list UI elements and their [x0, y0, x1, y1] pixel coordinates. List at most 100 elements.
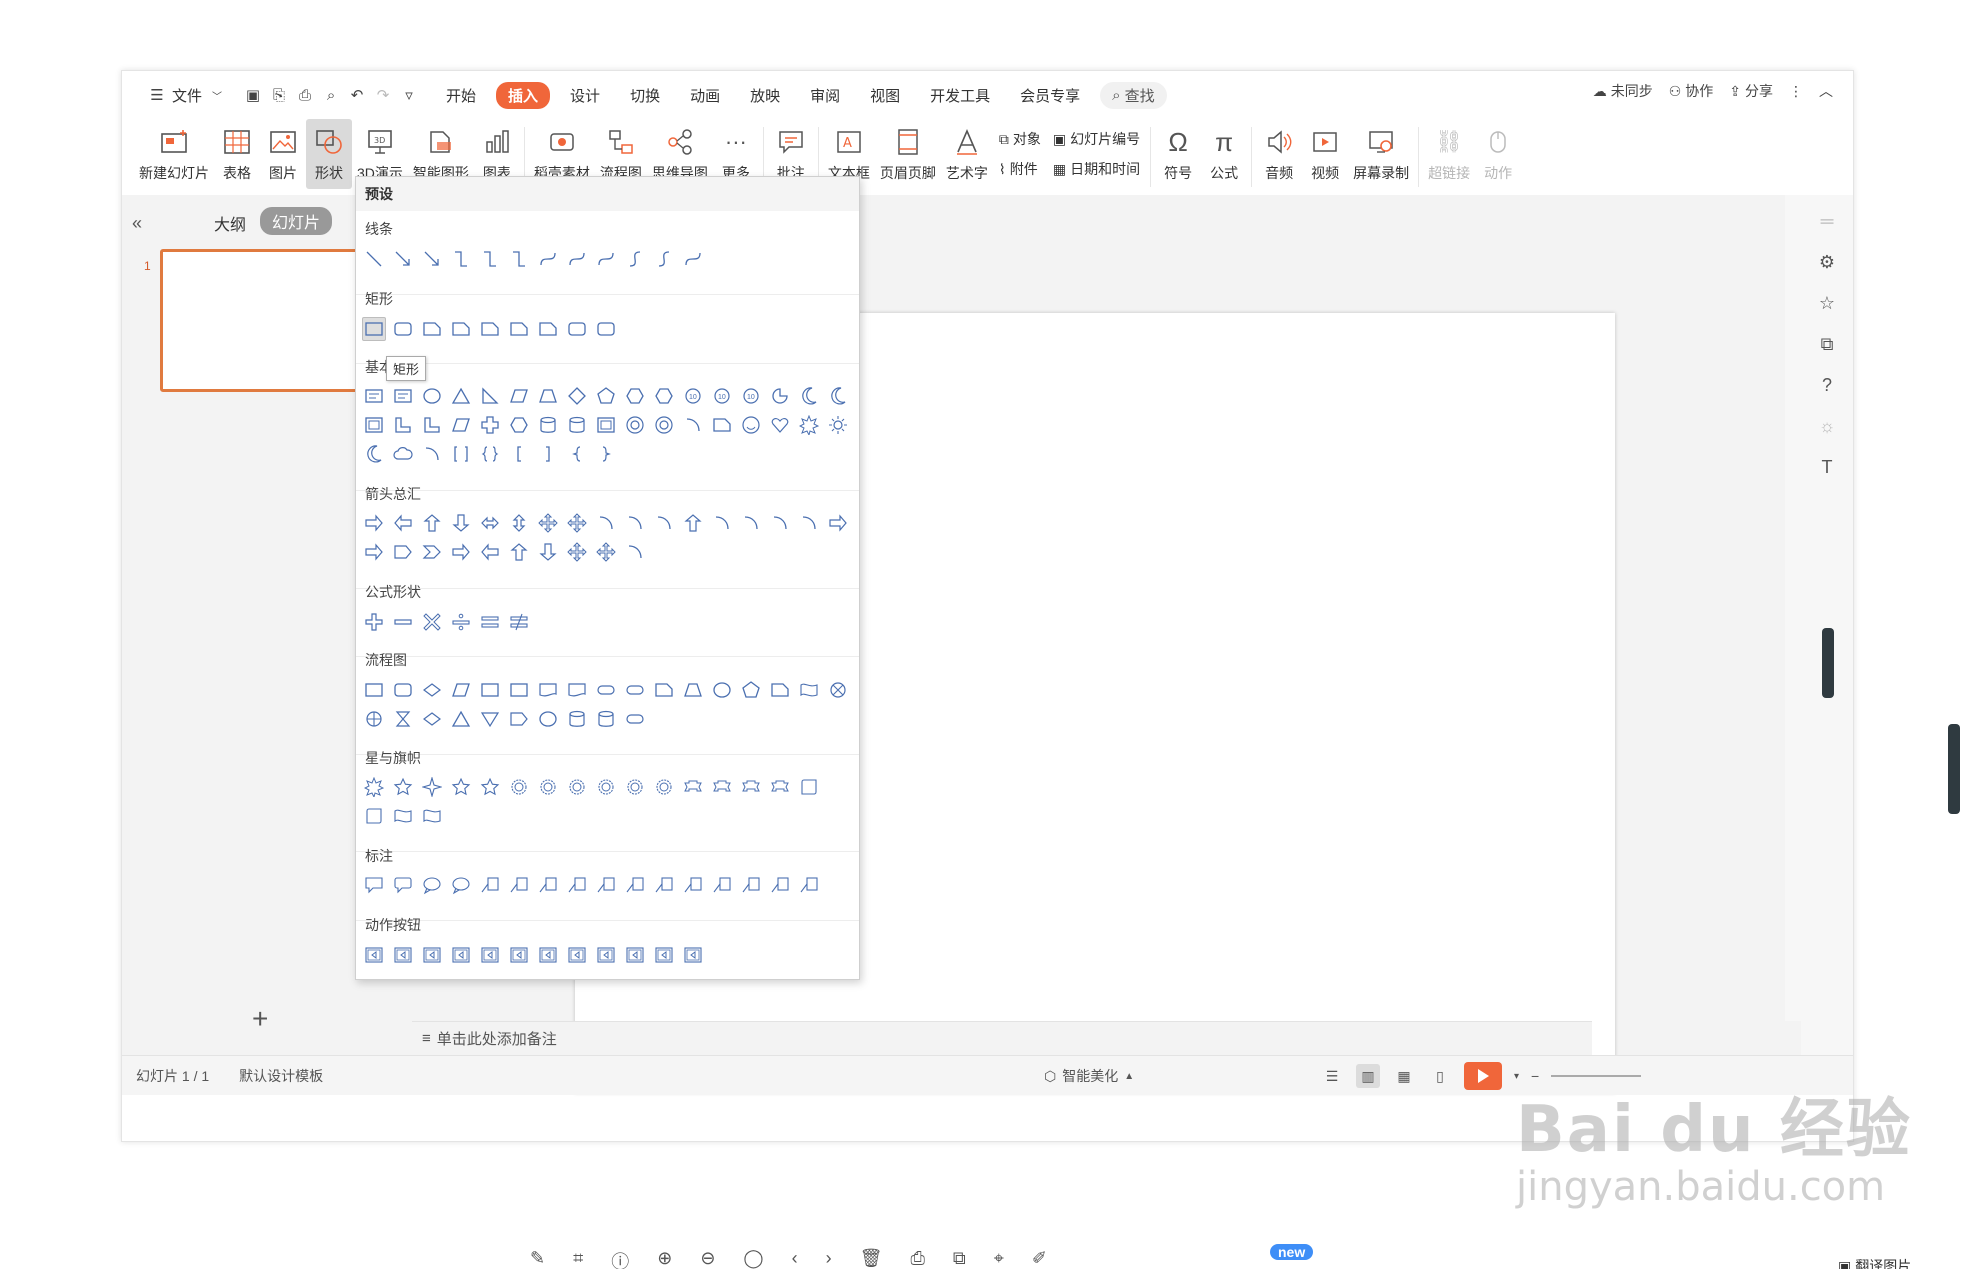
- search-box[interactable]: ⌕ 查找: [1100, 81, 1167, 109]
- collapse-ribbon-icon[interactable]: ︿: [1819, 81, 1833, 101]
- shape-option-curve[interactable]: [565, 247, 589, 271]
- shape-option-diamond[interactable]: [565, 384, 589, 408]
- shape-option-wave[interactable]: [420, 804, 444, 828]
- zoom-in-icon[interactable]: ⊕: [657, 1248, 672, 1269]
- shape-option-actbtn[interactable]: [536, 943, 560, 967]
- shape-option-doc[interactable]: [536, 678, 560, 702]
- shape-option-wave[interactable]: [391, 804, 415, 828]
- shape-option-actbtn[interactable]: [478, 943, 502, 967]
- scan-icon[interactable]: ⌖: [994, 1248, 1004, 1269]
- collapse-panel-icon[interactable]: «: [132, 213, 142, 234]
- save-icon[interactable]: ▣: [242, 84, 264, 106]
- shape-option-actbtn[interactable]: [449, 943, 473, 967]
- shape-option-doc[interactable]: [565, 678, 589, 702]
- shape-option-homeplate[interactable]: [507, 707, 531, 731]
- tab-home[interactable]: 开始: [436, 81, 486, 110]
- symbol-button[interactable]: Ω 符号: [1155, 119, 1201, 189]
- shape-option-rect[interactable]: [362, 678, 386, 702]
- shape-option-snip[interactable]: [710, 413, 734, 437]
- shape-option-donut[interactable]: [652, 413, 676, 437]
- shape-option-minus[interactable]: [391, 610, 415, 634]
- shape-option-star5[interactable]: [449, 775, 473, 799]
- shape-option-chevron[interactable]: [420, 540, 444, 564]
- shape-option-moon[interactable]: [362, 442, 386, 466]
- shape-option-ribbon[interactable]: [768, 775, 792, 799]
- lightbulb-icon[interactable]: ☼: [1819, 416, 1836, 437]
- shape-option-hex[interactable]: [652, 384, 676, 408]
- shape-option-textbox[interactable]: [362, 384, 386, 408]
- shape-option-elbow[interactable]: [449, 247, 473, 271]
- shape-option-snip[interactable]: [652, 678, 676, 702]
- video-button[interactable]: 视频: [1302, 119, 1348, 189]
- shape-option-seal[interactable]: [536, 775, 560, 799]
- undo-icon[interactable]: ↶: [346, 84, 368, 106]
- shape-option-actbtn[interactable]: [594, 943, 618, 967]
- shape-option-callline[interactable]: [739, 873, 763, 897]
- shape-option-actbtn[interactable]: [507, 943, 531, 967]
- shape-option-trap[interactable]: [681, 678, 705, 702]
- tab-developer[interactable]: 开发工具: [920, 81, 1000, 110]
- shape-option-mult[interactable]: [420, 610, 444, 634]
- shape-option-hex[interactable]: [507, 413, 531, 437]
- shape-option-ellipse[interactable]: [536, 707, 560, 731]
- fit-icon[interactable]: ◯: [743, 1248, 763, 1269]
- shape-option-lshape[interactable]: [391, 413, 415, 437]
- shape-option-callround[interactable]: [391, 873, 415, 897]
- add-slide-icon[interactable]: +: [252, 1003, 268, 1035]
- shape-option-ellipse[interactable]: [710, 678, 734, 702]
- shape-option-actbtn[interactable]: [681, 943, 705, 967]
- shape-option-terminator[interactable]: [594, 678, 618, 702]
- shape-option-arc[interactable]: [797, 511, 821, 535]
- shape-option-seal[interactable]: [623, 775, 647, 799]
- shape-option-actbtn[interactable]: [362, 943, 386, 967]
- edit-icon[interactable]: ✐: [1032, 1248, 1047, 1269]
- shape-option-ribbon[interactable]: [739, 775, 763, 799]
- shape-option-brackets[interactable]: [449, 442, 473, 466]
- sync-status[interactable]: ☁ 未同步: [1593, 81, 1653, 101]
- more-vertical-icon[interactable]: ⋮: [1789, 83, 1803, 100]
- shape-option-rect[interactable]: [507, 678, 531, 702]
- sorter-view-icon[interactable]: ▦: [1392, 1064, 1416, 1088]
- shape-option-textbox[interactable]: [391, 384, 415, 408]
- shape-option-rtri[interactable]: [478, 384, 502, 408]
- zoom-out-icon[interactable]: ⊖: [700, 1248, 715, 1269]
- shape-option-uarrow[interactable]: [420, 511, 444, 535]
- tab-member[interactable]: 会员专享: [1010, 81, 1090, 110]
- shape-option-rect[interactable]: [362, 317, 386, 341]
- export-icon[interactable]: ⎘: [268, 84, 290, 106]
- shape-option-uarrow[interactable]: [681, 511, 705, 535]
- shape-button[interactable]: 形状: [306, 119, 352, 189]
- shape-option-arc[interactable]: [623, 511, 647, 535]
- shape-option-seal[interactable]: [507, 775, 531, 799]
- shape-option-cyl[interactable]: [594, 707, 618, 731]
- crop-icon[interactable]: ⌗: [573, 1248, 583, 1269]
- beautify-button[interactable]: ⬡ 智能美化 ▲: [1044, 1066, 1134, 1086]
- shape-option-callline[interactable]: [565, 873, 589, 897]
- shape-option-callline[interactable]: [652, 873, 676, 897]
- table-button[interactable]: 表格: [214, 119, 260, 189]
- pen-icon[interactable]: ✎: [530, 1248, 545, 1269]
- shape-option-snip[interactable]: [449, 317, 473, 341]
- art-text-button[interactable]: 艺术字: [941, 119, 993, 189]
- shape-option-trap[interactable]: [536, 384, 560, 408]
- shape-option-curve[interactable]: [594, 247, 618, 271]
- shape-option-rrect[interactable]: [594, 317, 618, 341]
- action-button[interactable]: 动作: [1475, 119, 1521, 189]
- shape-option-quad[interactable]: [536, 511, 560, 535]
- picture-button[interactable]: 图片: [260, 119, 306, 189]
- shape-option-callline[interactable]: [478, 873, 502, 897]
- shape-option-callrect[interactable]: [362, 873, 386, 897]
- attachment-button[interactable]: ⌇ 附件: [999, 159, 1041, 179]
- shape-option-callline[interactable]: [681, 873, 705, 897]
- shape-option-lrarrow[interactable]: [478, 511, 502, 535]
- notes-toggle-icon[interactable]: ☰: [1320, 1064, 1344, 1088]
- screen-record-button[interactable]: 屏幕录制: [1348, 119, 1414, 189]
- shape-option-actbtn[interactable]: [652, 943, 676, 967]
- shape-option-lbrace[interactable]: [565, 442, 589, 466]
- file-menu[interactable]: ☰ 文件 ﹀: [136, 80, 238, 110]
- delete-icon[interactable]: 🗑: [860, 1248, 883, 1269]
- copy-icon[interactable]: ⧉: [953, 1248, 966, 1269]
- tab-design[interactable]: 设计: [560, 81, 610, 110]
- vertical-scrollbar[interactable]: [1785, 195, 1801, 1021]
- shape-option-homeplate[interactable]: [391, 540, 415, 564]
